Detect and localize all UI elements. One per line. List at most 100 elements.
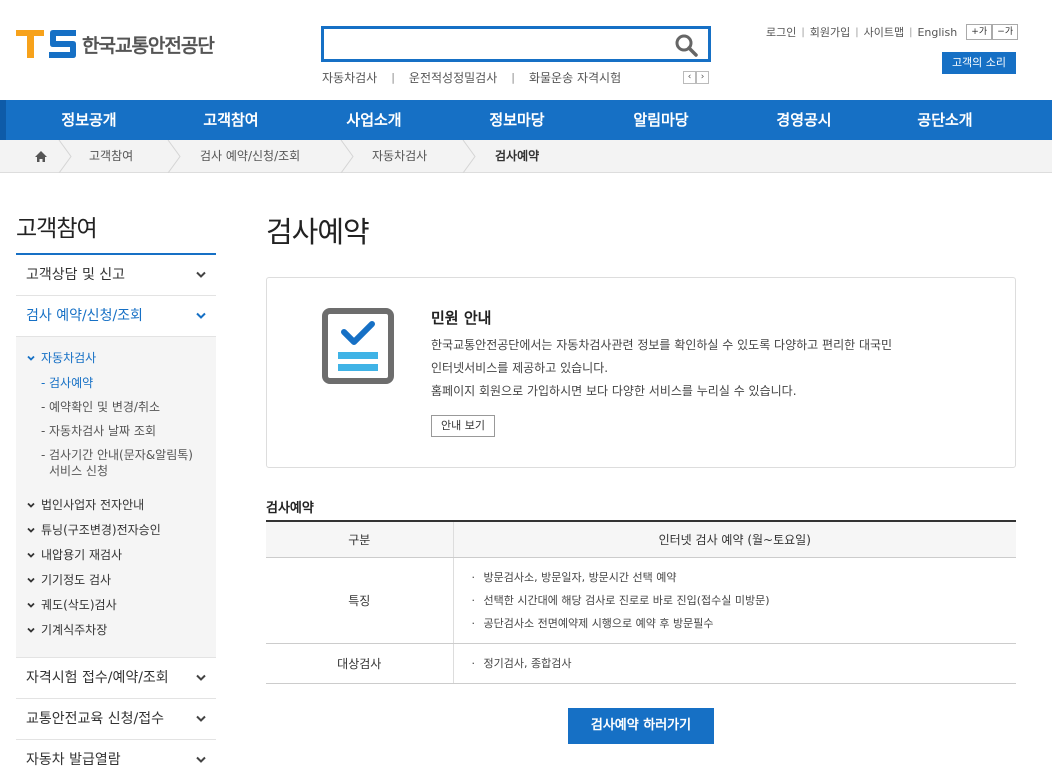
dash: - <box>41 448 46 462</box>
search-input[interactable] <box>324 29 664 59</box>
nav-item-management[interactable]: 경영공시 <box>776 100 831 140</box>
sidebar-leaf-label: 검사기간 안내(문자&알림톡) <box>49 448 193 462</box>
header: 한국교통안전공단 자동차검사 | 운전적성정밀검사 | 화물운송 자격시험 ‹ … <box>0 0 1052 100</box>
sidebar-item-consultation[interactable]: 고객상담 및 신고 <box>16 255 216 296</box>
sidebar-menu: 고객상담 및 신고 검사 예약/신청/조회 자동차검사 - 검사예약 - 예약확인 … <box>16 255 216 777</box>
divider: | <box>391 71 395 84</box>
info-title: 민원 안내 <box>431 309 492 327</box>
font-increase-button[interactable]: +가 <box>966 24 993 40</box>
info-line: 한국교통안전공단에서는 자동차검사관련 정보를 확인하실 수 있도록 다양하고 … <box>431 338 893 352</box>
signup-link[interactable]: 회원가입 <box>810 24 850 40</box>
go-reservation-button[interactable]: 검사예약 하러가기 <box>568 708 714 744</box>
quick-link-arrows: ‹ › <box>683 71 709 84</box>
nav-item-business[interactable]: 사업소개 <box>346 100 401 140</box>
sidebar-subitem-track[interactable]: 궤도(삭도)검사 <box>16 593 216 618</box>
table-cell: · 정기검사, 종합검사 <box>453 643 1016 684</box>
list-item-text: 정기검사, 종합검사 <box>483 656 572 670</box>
nav-item-info-disclosure[interactable]: 정보공개 <box>61 100 116 140</box>
sidebar-subitem-label: 기계식주차장 <box>41 623 108 637</box>
nav-item-notice[interactable]: 알림마당 <box>633 100 688 140</box>
sidebar-item-label: 자격시험 접수/예약/조회 <box>26 670 169 686</box>
divider: | <box>855 26 859 38</box>
page: 한국교통안전공단 자동차검사 | 운전적성정밀검사 | 화물운송 자격시험 ‹ … <box>0 0 1052 777</box>
breadcrumb-item[interactable]: 고객참여 <box>89 140 133 173</box>
sidebar-item-label: 교통안전교육 신청/접수 <box>26 711 164 727</box>
table-header: 인터넷 검사 예약 (월~토요일) <box>452 520 1016 558</box>
divider: | <box>909 26 913 38</box>
logo[interactable]: 한국교통안전공단 <box>16 29 215 59</box>
search-icon[interactable] <box>674 33 698 57</box>
sidebar-item-car-issuance[interactable]: 자동차 발급열람 <box>16 740 216 777</box>
quick-link-cargo-exam[interactable]: 화물운송 자격시험 <box>529 69 621 86</box>
divider: | <box>801 26 805 38</box>
ts-logo-mark <box>16 30 76 58</box>
sidebar-item-inspection-reservation[interactable]: 검사 예약/신청/조회 <box>16 296 216 337</box>
english-link[interactable]: English <box>917 26 957 39</box>
sidebar-item-label: 자동차 발급열람 <box>26 752 121 768</box>
chevron-right-icon[interactable]: › <box>696 71 709 84</box>
table-row-label: 특징 <box>266 557 454 644</box>
chevron-down-icon <box>27 502 35 508</box>
breadcrumb-current: 검사예약 <box>495 149 540 163</box>
chevron-left-icon[interactable]: ‹ <box>683 71 696 84</box>
chevron-down-icon <box>196 756 206 763</box>
dash: - <box>41 376 46 390</box>
list-item: · 정기검사, 종합검사 <box>471 656 572 670</box>
nav-item-customer[interactable]: 고객참여 <box>203 100 258 140</box>
sidebar-subitem-car-inspection[interactable]: 자동차검사 <box>16 346 216 371</box>
sidebar-leaf-period-notice[interactable]: - 검사기간 안내(문자&알림톡) 서비스 신청 <box>16 447 216 479</box>
sidebar-subitem-corporate[interactable]: 법인사업자 전자안내 <box>16 493 216 518</box>
section-title: 검사예약 <box>266 501 314 516</box>
customer-voice-button[interactable]: 고객의 소리 <box>942 52 1016 74</box>
sidebar-title: 고객참여 <box>16 216 98 242</box>
font-decrease-button[interactable]: −가 <box>992 24 1019 40</box>
sidebar-subitem-equipment[interactable]: 기기정도 검사 <box>16 568 216 593</box>
sidebar-item-qualification-exam[interactable]: 자격시험 접수/예약/조회 <box>16 658 216 699</box>
sidebar-submenu: 자동차검사 - 검사예약 - 예약확인 및 변경/취소 - 자동차검사 날짜 조회 -… <box>16 337 216 658</box>
checklist-icon <box>322 308 394 384</box>
font-size-control: +가 −가 <box>966 24 1019 40</box>
sidebar-subitem-label: 튜닝(구조변경)전자승인 <box>41 523 161 537</box>
breadcrumb-separator-icon <box>340 140 354 173</box>
main-nav: 정보공개 고객참여 사업소개 정보마당 알림마당 경영공시 공단소개 <box>0 100 1052 140</box>
list-item: · 선택한 시간대에 해당 검사로 진로로 바로 진입(접수실 미방문) <box>471 593 770 607</box>
quick-links: 자동차검사 | 운전적성정밀검사 | 화물운송 자격시험 <box>322 69 621 86</box>
sidebar-item-safety-education[interactable]: 교통안전교육 신청/접수 <box>16 699 216 740</box>
sidebar-leaf-confirm-change[interactable]: - 예약확인 및 변경/취소 <box>16 399 216 415</box>
list-item-text: 공단검사소 전면예약제 시행으로 예약 후 방문필수 <box>483 616 714 630</box>
breadcrumb-separator-icon <box>462 140 476 173</box>
home-icon[interactable] <box>34 150 48 163</box>
dash: - <box>41 400 46 414</box>
chevron-down-icon <box>27 627 35 633</box>
chevron-down-icon <box>27 552 35 558</box>
quick-link-car-inspection[interactable]: 자동차검사 <box>322 69 377 86</box>
sidebar-leaf-reservation[interactable]: - 검사예약 <box>16 375 216 391</box>
table-row: 대상검사 · 정기검사, 종합검사 <box>266 643 1016 684</box>
nav-item-about[interactable]: 공단소개 <box>917 100 972 140</box>
table-header: 구분 <box>266 520 453 558</box>
reservation-table: 구분 인터넷 검사 예약 (월~토요일) 특징 · 방문검사소, 방문일자, 방문… <box>266 520 1016 684</box>
table-header-row: 구분 인터넷 검사 예약 (월~토요일) <box>266 520 1016 558</box>
sidebar-subitem-parking[interactable]: 기계식주차장 <box>16 618 216 643</box>
sidebar-subitem-label: 기기정도 검사 <box>41 573 112 587</box>
info-text: 한국교통안전공단에서는 자동차검사관련 정보를 확인하실 수 있도록 다양하고 … <box>431 334 991 403</box>
chevron-down-icon <box>27 577 35 583</box>
sidebar-subitem-pressure-vessel[interactable]: 내압용기 재검사 <box>16 543 216 568</box>
sidebar-subitem-label: 법인사업자 전자안내 <box>41 498 145 512</box>
sidebar-item-label: 고객상담 및 신고 <box>26 267 126 283</box>
sidebar-subitem-tuning[interactable]: 튜닝(구조변경)전자승인 <box>16 518 216 543</box>
sidebar-subitem-label: 궤도(삭도)검사 <box>41 598 117 612</box>
login-link[interactable]: 로그인 <box>766 24 796 40</box>
quick-link-driver-aptitude[interactable]: 운전적성정밀검사 <box>409 69 497 86</box>
sidebar-leaf-label: 예약확인 및 변경/취소 <box>49 400 161 414</box>
breadcrumb-separator-icon <box>58 140 72 173</box>
breadcrumb-item[interactable]: 자동차검사 <box>372 140 427 173</box>
sidebar-item-label: 검사 예약/신청/조회 <box>26 308 143 324</box>
nav-item-information[interactable]: 정보마당 <box>489 100 544 140</box>
chevron-down-icon <box>196 674 206 681</box>
guide-view-button[interactable]: 안내 보기 <box>431 415 495 437</box>
breadcrumb-item[interactable]: 검사 예약/신청/조회 <box>200 140 300 173</box>
search-box <box>321 26 711 62</box>
sidebar-leaf-date-lookup[interactable]: - 자동차검사 날짜 조회 <box>16 423 216 439</box>
sitemap-link[interactable]: 사이트맵 <box>864 24 904 40</box>
